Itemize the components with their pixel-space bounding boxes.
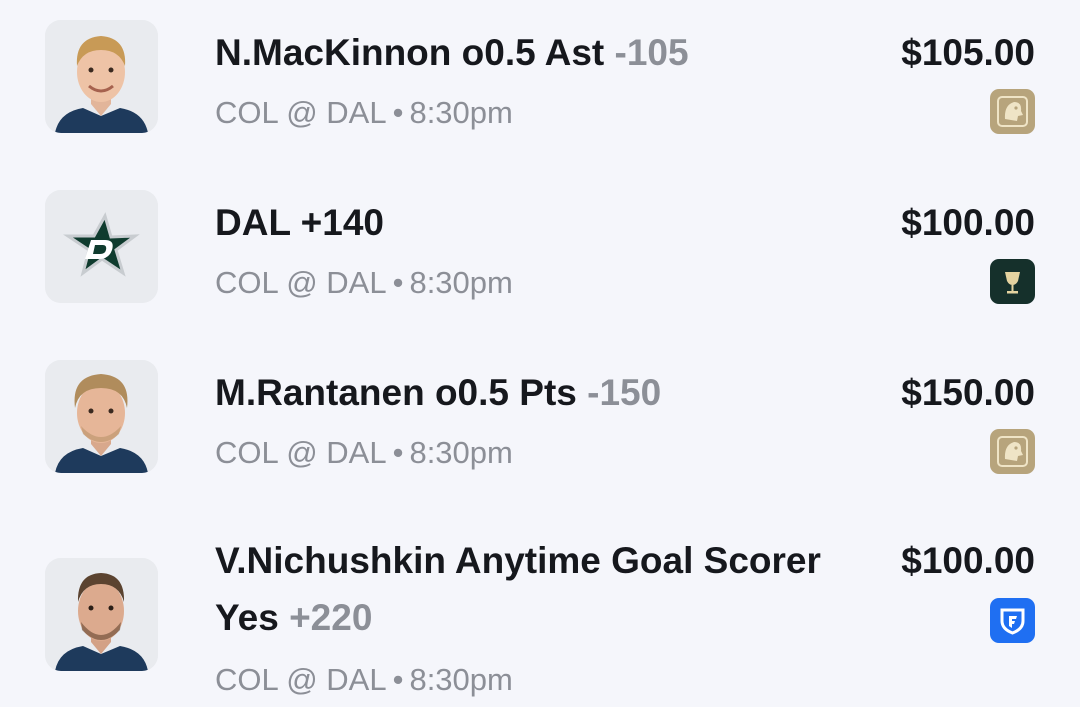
bet-selection: V.Nichushkin Anytime Goal Scorer xyxy=(215,540,821,581)
bet-title: M.Rantanen o0.5 Pts -150 xyxy=(215,364,855,421)
separator-dot: • xyxy=(392,265,404,300)
bet-amount: $100.00 xyxy=(901,540,1035,581)
bet-selection-suffix: Yes xyxy=(215,597,279,638)
player-headshot-icon xyxy=(45,360,158,473)
trophy-book-icon xyxy=(990,259,1035,304)
shield-book-icon xyxy=(990,598,1035,643)
matchup-label: COL @ DAL xyxy=(215,662,387,697)
bet-game-info: COL @ DAL • 8:30pm xyxy=(215,263,513,303)
bet-amount: $105.00 xyxy=(901,32,1035,73)
separator-dot: • xyxy=(392,95,404,130)
matchup-label: COL @ DAL xyxy=(215,95,387,130)
player-headshot-icon xyxy=(45,558,158,671)
bet-title: N.MacKinnon o0.5 Ast -105 xyxy=(215,24,855,81)
dallas-stars-logo-icon xyxy=(45,190,158,303)
bet-game-info: COL @ DAL • 8:30pm xyxy=(215,93,513,133)
bet-row-nichushkin[interactable]: V.Nichushkin Anytime Goal Scorer Yes +22… xyxy=(0,510,1080,707)
game-time: 8:30pm xyxy=(409,662,513,697)
bet-amount: $100.00 xyxy=(901,202,1035,243)
bet-title: V.Nichushkin Anytime Goal Scorer Yes +22… xyxy=(215,532,855,646)
matchup-label: COL @ DAL xyxy=(215,265,387,300)
lion-crest-book-icon xyxy=(990,89,1035,134)
separator-dot: • xyxy=(392,435,404,470)
bet-game-info: COL @ DAL • 8:30pm xyxy=(215,660,513,700)
game-time: 8:30pm xyxy=(409,95,513,130)
game-time: 8:30pm xyxy=(409,265,513,300)
separator-dot: • xyxy=(392,662,404,697)
bet-row-mackinnon[interactable]: N.MacKinnon o0.5 Ast -105 COL @ DAL • 8:30… xyxy=(0,0,1080,170)
player-headshot-icon xyxy=(45,20,158,133)
bet-odds: -105 xyxy=(614,32,689,73)
bet-selection: N.MacKinnon o0.5 Ast xyxy=(215,32,605,73)
game-time: 8:30pm xyxy=(409,435,513,470)
bet-odds: -150 xyxy=(587,372,662,413)
bet-game-info: COL @ DAL • 8:30pm xyxy=(215,433,513,473)
bet-selection: M.Rantanen o0.5 Pts xyxy=(215,372,577,413)
bet-odds: +220 xyxy=(289,597,373,638)
bet-amount: $150.00 xyxy=(901,372,1035,413)
bet-selection-line2: Yes +220 xyxy=(215,589,855,646)
lion-crest-book-icon xyxy=(990,429,1035,474)
bet-row-rantanen[interactable]: M.Rantanen o0.5 Pts -150 COL @ DAL • 8:30p… xyxy=(0,340,1080,510)
matchup-label: COL @ DAL xyxy=(215,435,387,470)
bet-title: DAL +140 xyxy=(215,194,855,251)
bet-row-dal-moneyline[interactable]: DAL +140 COL @ DAL • 8:30pm $100.00 xyxy=(0,170,1080,340)
bet-selection: DAL +140 xyxy=(215,202,384,243)
